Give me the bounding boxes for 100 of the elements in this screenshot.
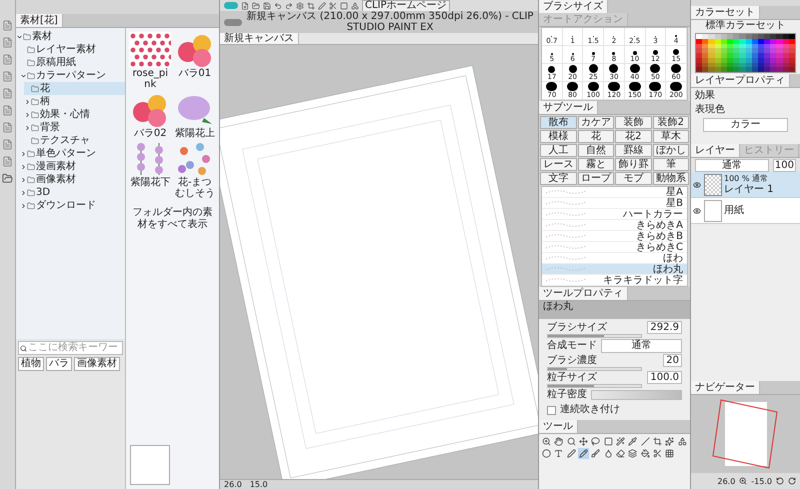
sub-tool-group-tab[interactable]: 霧と [578, 158, 614, 171]
tool-button[interactable] [664, 448, 676, 459]
toolbar-icon[interactable] [263, 2, 271, 10]
tool-button[interactable] [676, 436, 688, 447]
zoom-value[interactable]: 26.0 [224, 480, 242, 489]
sub-tool-group-tab[interactable]: モブ [615, 172, 652, 185]
tool-button[interactable] [652, 448, 664, 459]
tree-item[interactable]: テクスチャ [24, 134, 125, 147]
tree-item[interactable]: ダウンロード [20, 199, 125, 212]
brush-list-item[interactable]: 星A [542, 187, 687, 198]
tool-button[interactable] [602, 436, 614, 447]
panel-tab[interactable]: ツール [539, 420, 578, 433]
toolbar-icon[interactable] [241, 2, 249, 10]
toolbar-icon[interactable] [252, 2, 260, 10]
rose-pattern-thumbnail[interactable] [129, 32, 172, 68]
tool-button[interactable] [553, 448, 565, 459]
sub-tool-group-tab[interactable]: 散布 [540, 116, 576, 129]
brush-list-item[interactable]: きらめきA [542, 220, 687, 231]
tree-item[interactable]: レイヤー素材 [20, 43, 125, 56]
panel-tab[interactable]: サブツール [539, 101, 598, 114]
brush-list-item[interactable]: きらめきC [542, 242, 687, 253]
slider-track[interactable] [547, 367, 642, 371]
tool-button[interactable] [614, 448, 626, 459]
opacity-value[interactable]: 100 [772, 158, 796, 172]
tool-button[interactable] [553, 436, 565, 447]
tree-item[interactable]: 画像素材 [20, 173, 125, 186]
tool-button[interactable] [541, 448, 552, 459]
tool-button[interactable] [602, 448, 614, 459]
tree-item[interactable]: 単色パターン [20, 147, 125, 160]
tool-button[interactable] [640, 448, 651, 459]
visibility-eye-icon[interactable] [693, 206, 701, 214]
panel-tab[interactable]: レイヤー [691, 144, 740, 157]
property-value[interactable]: 292.9 [647, 321, 682, 334]
sub-tool-group-tab[interactable]: 筆 [652, 158, 689, 171]
sub-tool-group-tab[interactable]: レース [540, 158, 576, 171]
layer-row[interactable]: 100 % 通常 レイヤー 1 [691, 172, 800, 198]
sub-tool-group-tab[interactable]: 動物系 [652, 172, 689, 185]
tool-button[interactable] [590, 436, 602, 447]
tool-button[interactable] [614, 436, 626, 447]
toolbar-icon[interactable] [285, 2, 293, 10]
angle-value[interactable]: 15.0 [250, 480, 268, 489]
panel-tab[interactable]: ツールプロパティ [539, 287, 628, 300]
clip-logo-icon[interactable] [224, 2, 238, 9]
navigator-zoom[interactable]: 26.0 [717, 476, 736, 486]
material-palette-icon[interactable] [2, 173, 13, 184]
tool-button[interactable] [640, 436, 651, 447]
rotate-left-icon[interactable] [776, 477, 784, 485]
tree-item[interactable]: 3D [20, 186, 125, 199]
sub-tool-group-tab[interactable]: 花2 [615, 130, 652, 143]
sub-tool-group-tab[interactable]: 自然 [578, 144, 614, 157]
color-swatch-grid[interactable] [695, 33, 796, 73]
blend-mode-select[interactable]: 通常 [695, 158, 769, 172]
tree-item[interactable]: カラーパターン [20, 69, 125, 82]
sub-tool-group-tab[interactable]: 模様 [540, 130, 576, 143]
search-field[interactable]: ここに検索キーワー [18, 341, 123, 355]
toolbar-icon[interactable] [329, 2, 337, 10]
sub-tool-group-tab[interactable]: 人工 [540, 144, 576, 157]
sub-tool-group-tab[interactable]: 草木 [652, 130, 689, 143]
sub-tool-group-tab[interactable]: 装飾2 [652, 116, 689, 129]
sub-tool-group-tab[interactable]: 飾り罫 [615, 158, 652, 171]
sub-tool-group-tab[interactable]: 文字 [540, 172, 576, 185]
tool-button[interactable] [566, 448, 577, 459]
property-value[interactable]: 20 [663, 354, 682, 367]
tool-button[interactable] [541, 436, 552, 447]
tag-chip[interactable]: バラ [46, 357, 72, 371]
panel-tab[interactable]: レイヤープロパティ [691, 74, 790, 87]
tree-item[interactable]: 花 [24, 82, 125, 95]
tool-button[interactable] [652, 436, 664, 447]
slider-track[interactable] [547, 334, 642, 338]
tag-chip[interactable]: 画像素材 [74, 357, 120, 371]
toolbar-icon[interactable] [274, 2, 282, 10]
brush-list-item[interactable]: ほわ [542, 253, 687, 264]
tree-item[interactable]: 柄 [24, 95, 125, 108]
rotate-right-icon[interactable] [788, 477, 796, 485]
brush-list-item[interactable]: 星B [542, 198, 687, 209]
canvas-tab[interactable]: 新規キャンバス [220, 33, 299, 44]
toolbar-icon[interactable] [318, 2, 326, 10]
sub-tool-group-tab[interactable]: ぼかし [652, 144, 689, 157]
toolbar-icon[interactable] [340, 2, 348, 10]
tool-button[interactable] [664, 436, 676, 447]
tool-button[interactable] [627, 436, 639, 447]
tree-item[interactable]: 漫画素材 [20, 160, 125, 173]
tool-button[interactable] [566, 436, 577, 447]
toolbar-icon[interactable] [307, 2, 315, 10]
tag-chip[interactable]: 植物 [18, 357, 44, 371]
brush-list-item[interactable]: ハートカラー [542, 209, 687, 220]
tree-item[interactable]: 素材 [16, 30, 125, 43]
layer-row[interactable]: 用紙 [691, 198, 800, 224]
panel-tab[interactable]: 素材[花] [16, 14, 63, 27]
tree-item[interactable]: 背景 [24, 121, 125, 134]
expression-color-select[interactable]: カラー [703, 118, 788, 132]
sub-tool-group-tab[interactable]: 花 [578, 130, 614, 143]
slider-track[interactable] [547, 384, 642, 388]
toolbar-icon[interactable] [351, 2, 359, 10]
brush-list-item[interactable]: きらめきB [542, 231, 687, 242]
home-page-button[interactable]: CLIPホームページ [362, 0, 450, 12]
toolbar-icon[interactable] [296, 2, 304, 10]
tool-button[interactable] [578, 448, 590, 459]
tool-button[interactable] [627, 448, 639, 459]
tree-item[interactable]: 原稿用紙 [20, 56, 125, 69]
